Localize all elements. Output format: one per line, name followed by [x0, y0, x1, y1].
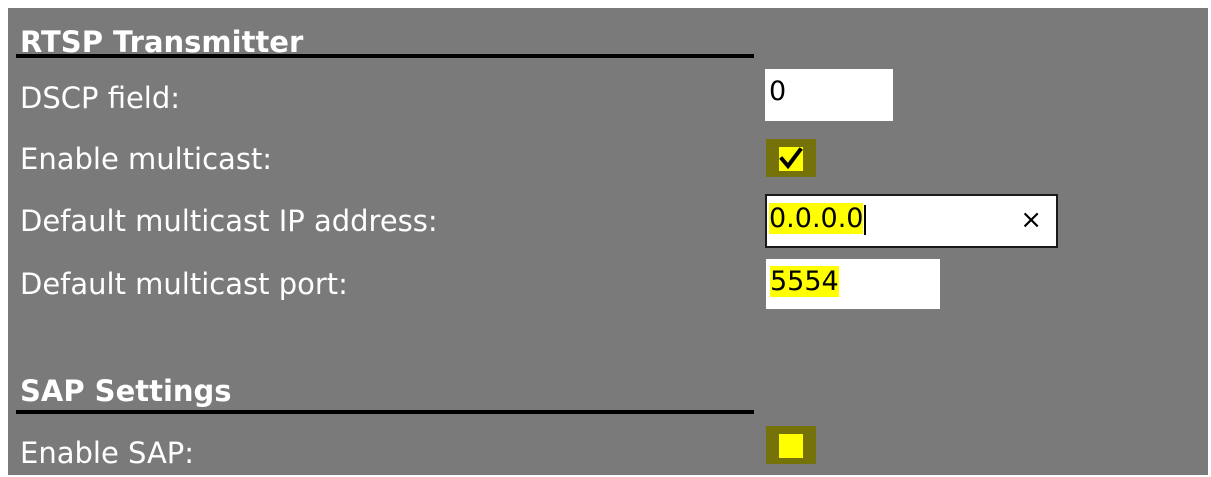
multicast-port-value: 5554	[770, 266, 839, 297]
text-caret	[864, 204, 867, 235]
multicast-ip-input[interactable]: 0.0.0.0 ×	[765, 194, 1058, 248]
enable-sap-checkbox-focus	[766, 426, 816, 464]
multicast-port-label: Default multicast port:	[20, 267, 348, 301]
multicast-ip-value: 0.0.0.0	[769, 203, 864, 234]
sap-section-divider	[16, 410, 754, 414]
enable-multicast-label: Enable multicast:	[20, 142, 273, 176]
enable-sap-label: Enable SAP:	[20, 436, 195, 470]
enable-multicast-checkbox-focus	[766, 139, 816, 177]
multicast-port-input[interactable]: 5554	[766, 259, 940, 309]
multicast-ip-label: Default multicast IP address:	[20, 204, 438, 238]
enable-sap-checkbox[interactable]	[779, 434, 803, 458]
dscp-field-value: 0	[769, 76, 787, 107]
settings-panel: RTSP Transmitter DSCP field: 0 Enable mu…	[8, 8, 1208, 475]
sap-section-title: SAP Settings	[20, 374, 232, 408]
enable-multicast-checkbox[interactable]	[779, 147, 803, 171]
dscp-field-input[interactable]: 0	[765, 69, 893, 121]
rtsp-section-divider	[16, 54, 754, 58]
close-icon[interactable]: ×	[1020, 196, 1042, 244]
dscp-field-label: DSCP field:	[20, 81, 181, 115]
checkmark-icon	[779, 147, 803, 170]
